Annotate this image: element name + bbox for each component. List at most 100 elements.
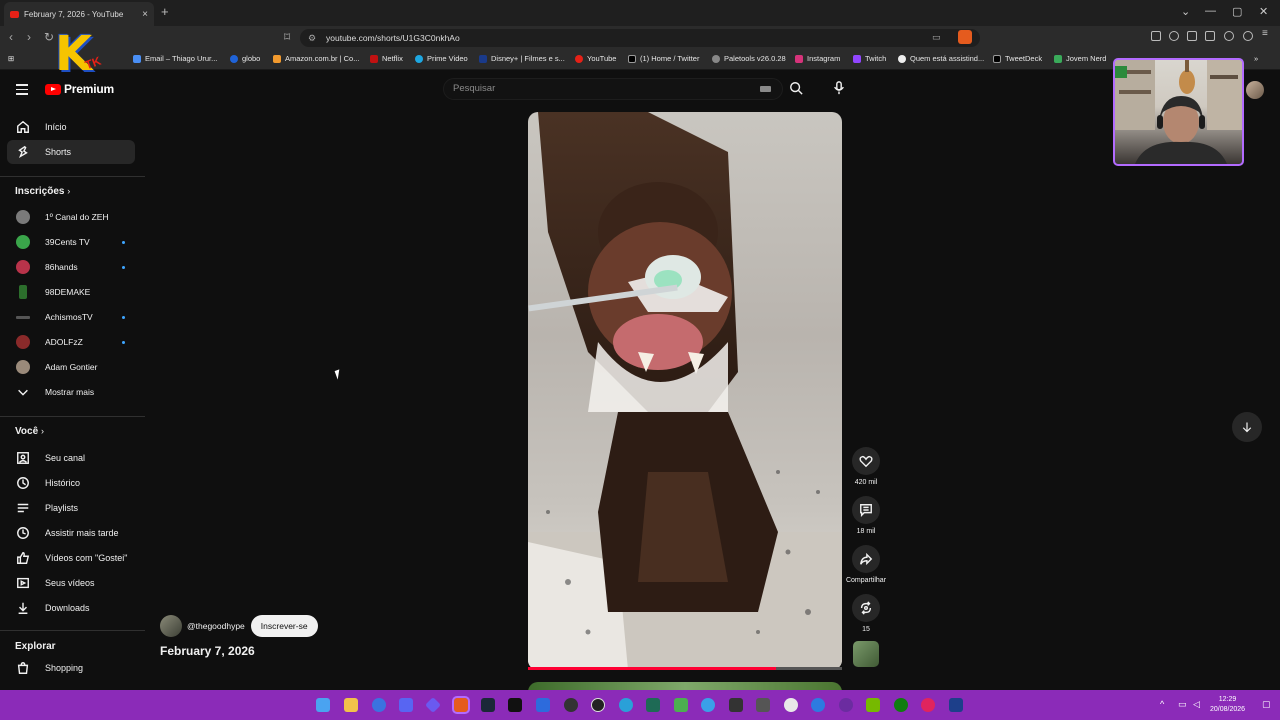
bookmark-twitter[interactable]: (1) Home / Twitter bbox=[628, 54, 699, 63]
bookmark-quem-esta-assistindo[interactable]: Quem está assistind... bbox=[898, 54, 984, 63]
wallet-icon[interactable] bbox=[1205, 31, 1215, 41]
file-explorer-icon[interactable] bbox=[344, 698, 358, 712]
sidebar-item-videos-gostei[interactable]: Vídeos com "Gostei" bbox=[7, 546, 135, 570]
bookmark-instagram[interactable]: Instagram bbox=[795, 54, 840, 63]
share-button[interactable]: Compartilhar bbox=[846, 545, 886, 584]
bookmark-email[interactable]: Email – Thiago Urur... bbox=[133, 54, 217, 63]
bookmark-amazon[interactable]: Amazon.com.br | Co... bbox=[273, 54, 359, 63]
brave-taskbar-icon[interactable] bbox=[452, 696, 470, 714]
like-button[interactable]: 420 mil bbox=[852, 447, 880, 486]
sidebar-item-seus-videos[interactable]: Seus vídeos bbox=[7, 571, 135, 595]
remix-button[interactable]: 15 bbox=[852, 594, 880, 633]
search-icon[interactable] bbox=[789, 81, 803, 95]
extensions-icon[interactable] bbox=[1151, 31, 1161, 41]
tab-search-icon[interactable]: ⌄ bbox=[1181, 5, 1190, 18]
tray-overflow-icon[interactable]: ^ bbox=[1160, 699, 1164, 709]
bookmarks-overflow-icon[interactable]: » bbox=[1254, 54, 1258, 63]
bookmark-paletools[interactable]: Paletools v26.0.28 bbox=[712, 54, 786, 63]
address-bar[interactable]: ⚙ youtube.com/shorts/U1G3C0nkhAo bbox=[300, 29, 980, 47]
network-icon[interactable]: ▭ bbox=[1178, 699, 1187, 710]
volume-icon[interactable]: ◁ bbox=[1193, 699, 1200, 710]
window-close-icon[interactable]: ✕ bbox=[1259, 5, 1268, 18]
search-input[interactable]: Pesquisar bbox=[443, 78, 783, 100]
close-tab-icon[interactable]: × bbox=[142, 9, 148, 20]
sidebar-subscription[interactable]: 86hands bbox=[7, 255, 135, 279]
bookmark-jovem-nerd[interactable]: Jovem Nerd bbox=[1054, 54, 1106, 63]
bookmark-tweetdeck[interactable]: TweetDeck bbox=[993, 54, 1042, 63]
apps-icon[interactable]: ⊞ bbox=[8, 54, 14, 63]
bookmark-netflix[interactable]: Netflix bbox=[370, 54, 403, 63]
sidebar-subscription[interactable]: Adam Gontier bbox=[7, 355, 135, 379]
bookmark-disney[interactable]: Disney+ | Filmes e s... bbox=[479, 54, 565, 63]
sidebar-item-seu-canal[interactable]: Seu canal bbox=[7, 446, 135, 470]
sidebar-subscription[interactable]: 1º Canal do ZEH bbox=[7, 205, 135, 229]
keyboard-icon[interactable] bbox=[760, 86, 771, 92]
sidebar-icon[interactable] bbox=[1187, 31, 1197, 41]
maximize-icon[interactable]: ▢ bbox=[1232, 5, 1242, 18]
app-green-icon[interactable] bbox=[646, 698, 660, 712]
youtube-premium-logo[interactable]: Premium bbox=[45, 82, 114, 96]
subscribe-button[interactable]: Inscrever-se bbox=[250, 615, 318, 637]
you-heading[interactable]: Você › bbox=[15, 426, 44, 437]
channel-name[interactable]: @thegoodhype bbox=[187, 621, 245, 631]
sidebar-item-historico[interactable]: Histórico bbox=[7, 471, 135, 495]
sidebar-item-inicio[interactable]: Início bbox=[7, 115, 135, 139]
steam-icon[interactable] bbox=[481, 698, 495, 712]
discord-icon[interactable] bbox=[399, 698, 413, 712]
subscriptions-heading[interactable]: Inscrições › bbox=[15, 186, 70, 197]
show-more-button[interactable]: Mostrar mais bbox=[7, 380, 135, 404]
new-tab-icon[interactable]: + bbox=[161, 4, 169, 19]
sidebar-subscription[interactable]: 98DEMAKE bbox=[7, 280, 135, 304]
chrome-icon[interactable] bbox=[784, 698, 798, 712]
bookmark-youtube[interactable]: YouTube bbox=[575, 54, 616, 63]
minimize-icon[interactable]: — bbox=[1205, 5, 1216, 17]
sidebar-subscription[interactable]: 39Cents TV bbox=[7, 230, 135, 254]
app-diamond-icon[interactable] bbox=[425, 697, 441, 713]
app-purple-icon[interactable] bbox=[839, 698, 853, 712]
brave-shield-icon[interactable] bbox=[958, 30, 972, 44]
edge-icon[interactable] bbox=[701, 698, 715, 712]
app-dark-icon[interactable] bbox=[564, 698, 578, 712]
sidebar-item-shorts[interactable]: Shorts bbox=[7, 140, 135, 164]
sound-thumbnail[interactable] bbox=[853, 641, 879, 667]
epic-games-icon[interactable] bbox=[508, 698, 522, 712]
sidebar-item-downloads[interactable]: Downloads bbox=[7, 596, 135, 620]
bookmark-twitch[interactable]: Twitch bbox=[853, 54, 886, 63]
media-icon[interactable] bbox=[1169, 31, 1179, 41]
account-avatar[interactable] bbox=[1246, 81, 1264, 99]
xbox-icon[interactable] bbox=[894, 698, 908, 712]
obs-icon[interactable] bbox=[591, 698, 605, 712]
forward-icon[interactable]: › bbox=[27, 30, 31, 44]
browser-app-icon[interactable] bbox=[372, 698, 386, 712]
notifications-icon[interactable]: ▢ bbox=[1262, 699, 1271, 710]
app-blue-round-icon[interactable] bbox=[811, 698, 825, 712]
app-gray-icon[interactable] bbox=[756, 698, 770, 712]
menu-icon[interactable]: ≡ bbox=[1262, 28, 1272, 39]
short-video-player[interactable] bbox=[528, 112, 842, 670]
site-info-icon[interactable]: ⚙ bbox=[308, 29, 316, 47]
app-blue-icon[interactable] bbox=[536, 698, 550, 712]
guide-menu-icon[interactable] bbox=[16, 84, 28, 98]
app-lime-icon[interactable] bbox=[674, 698, 688, 712]
back-icon[interactable]: ‹ bbox=[9, 30, 13, 44]
sidebar-item-shopping[interactable]: Shopping bbox=[7, 656, 135, 680]
microphone-icon[interactable] bbox=[833, 81, 845, 95]
app-cyan-icon[interactable] bbox=[619, 698, 633, 712]
sidebar-subscription[interactable]: ADOLFzZ bbox=[7, 330, 135, 354]
vpn-icon[interactable] bbox=[1243, 31, 1253, 41]
app-r-icon[interactable] bbox=[949, 698, 963, 712]
start-icon[interactable] bbox=[316, 698, 330, 712]
browser-tab[interactable]: February 7, 2026 - YouTube × bbox=[4, 2, 154, 26]
nvidia-icon[interactable] bbox=[866, 698, 880, 712]
sidebar-item-playlists[interactable]: Playlists bbox=[7, 496, 135, 520]
sidebar-subscription[interactable]: AchismosTV bbox=[7, 305, 135, 329]
terminal-icon[interactable] bbox=[729, 698, 743, 712]
comments-button[interactable]: 18 mil bbox=[852, 496, 880, 535]
bookmark-prime-video[interactable]: Prime Video bbox=[415, 54, 468, 63]
taskbar-clock[interactable]: 12:29 20/08/2026 bbox=[1210, 695, 1245, 715]
channel-avatar[interactable] bbox=[160, 615, 182, 637]
cast-icon[interactable]: ▭ bbox=[932, 32, 941, 43]
media-player-icon[interactable] bbox=[921, 698, 935, 712]
bookmark-icon[interactable]: ⌑ bbox=[284, 30, 290, 44]
next-short-button[interactable] bbox=[1232, 412, 1262, 442]
